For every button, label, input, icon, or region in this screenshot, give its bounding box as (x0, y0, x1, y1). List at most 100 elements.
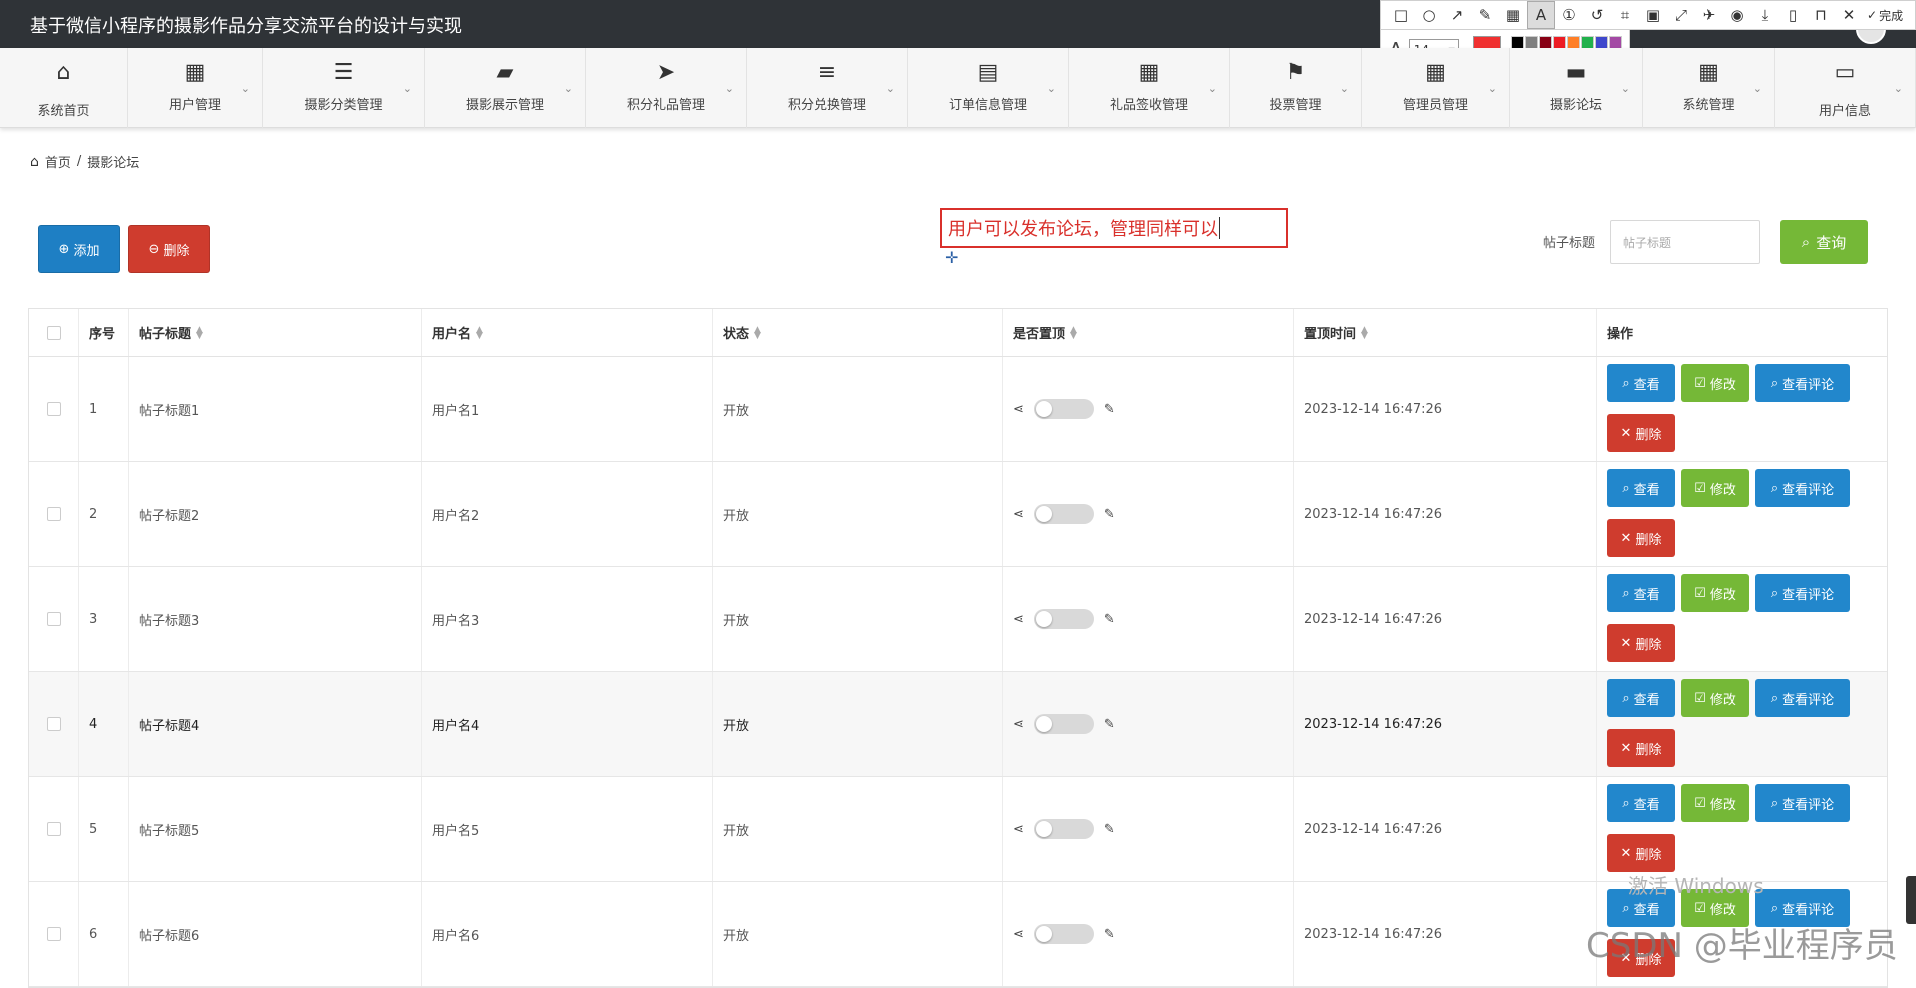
sort-icon[interactable]: ▲ ▼ (1070, 325, 1077, 340)
share-icon[interactable]: ⋖ (1013, 507, 1024, 522)
sort-icon[interactable]: ▲ ▼ (754, 325, 761, 340)
download-icon[interactable]: ⤓ (1751, 1, 1779, 29)
row-status: 开放 (723, 823, 750, 839)
nav-item-1[interactable]: ▦ 用户管理 ⌄ (128, 48, 263, 128)
sort-icon[interactable]: ▲ ▼ (1361, 325, 1368, 340)
phone-icon[interactable]: ▯ (1779, 1, 1807, 29)
edit-button[interactable]: ☑ 修改 (1681, 469, 1749, 507)
edit-pen-icon[interactable]: ✎ (1104, 612, 1115, 627)
row-delete-button[interactable]: ✕ 删除 (1607, 414, 1675, 452)
header-status[interactable]: 状态 ▲ ▼ (713, 309, 1003, 356)
pen-tool-icon[interactable]: ✎ (1471, 1, 1499, 29)
edit-icon: ☑ (1694, 690, 1706, 706)
sort-icon[interactable]: ▲ ▼ (196, 325, 203, 340)
pinned-toggle[interactable] (1033, 504, 1094, 524)
nav-item-3[interactable]: ▰ 摄影展示管理 ⌄ (425, 48, 586, 128)
view-button[interactable]: ⌕ 查看 (1607, 574, 1675, 612)
share-icon[interactable]: ⋖ (1013, 717, 1024, 732)
ocr-icon[interactable]: ⌗ (1611, 1, 1639, 29)
number-tool-icon[interactable]: ① (1555, 1, 1583, 29)
nav-item-10[interactable]: ▬ 摄影论坛 ⌄ (1510, 48, 1643, 128)
view-button[interactable]: ⌕ 查看 (1607, 784, 1675, 822)
annotation-textbox[interactable]: 用户可以发布论坛，管理同样可以 (940, 208, 1288, 248)
close-icon[interactable]: ✕ (1835, 1, 1863, 29)
edit-pen-icon[interactable]: ✎ (1104, 402, 1115, 417)
record-icon[interactable]: ◉ (1723, 1, 1751, 29)
nav-item-4[interactable]: ➤ 积分礼品管理 ⌄ (586, 48, 747, 128)
row-delete-button[interactable]: ✕ 删除 (1607, 519, 1675, 557)
edit-pen-icon[interactable]: ✎ (1104, 717, 1115, 732)
header-user[interactable]: 用户名 ▲ ▼ (422, 309, 713, 356)
nav-item-9[interactable]: ▦ 管理员管理 ⌄ (1362, 48, 1510, 128)
text-tool-icon[interactable]: A (1527, 1, 1555, 29)
nav-item-5[interactable]: ≡ 积分兑换管理 ⌄ (747, 48, 908, 128)
share-icon[interactable]: ⋖ (1013, 822, 1024, 837)
view-button[interactable]: ⌕ 查看 (1607, 469, 1675, 507)
edit-pen-icon[interactable]: ✎ (1104, 927, 1115, 942)
side-handle[interactable] (1906, 876, 1916, 924)
row-checkbox[interactable] (46, 822, 61, 836)
arrow-tool-icon[interactable]: ↗ (1443, 1, 1471, 29)
nav-item-12[interactable]: ▭ 用户信息 ⌄ (1775, 48, 1916, 128)
expand-icon[interactable]: ⤢ (1667, 1, 1695, 29)
row-checkbox[interactable] (46, 717, 61, 731)
view-button[interactable]: ⌕ 查看 (1607, 364, 1675, 402)
delete-button[interactable]: ⊖ 删除 (128, 225, 210, 273)
pinned-toggle[interactable] (1033, 399, 1094, 419)
row-checkbox[interactable] (46, 402, 61, 416)
header-title[interactable]: 帖子标题 ▲ ▼ (129, 309, 422, 356)
search-input[interactable]: 帖子标题 (1610, 220, 1760, 264)
nav-label: 管理员管理 (1402, 98, 1468, 113)
view-button[interactable]: ⌕ 查看 (1607, 679, 1675, 717)
undo-icon[interactable]: ↺ (1583, 1, 1611, 29)
sort-icon[interactable]: ▲ ▼ (476, 325, 483, 340)
nav-item-8[interactable]: ⚑ 投票管理 ⌄ (1230, 48, 1362, 128)
share-icon[interactable]: ⋖ (1013, 927, 1024, 942)
edit-button[interactable]: ☑ 修改 (1681, 679, 1749, 717)
bookmark-icon[interactable]: ⊓ (1807, 1, 1835, 29)
header-pin-time[interactable]: 置顶时间 ▲ ▼ (1294, 309, 1597, 356)
pinned-toggle[interactable] (1033, 609, 1094, 629)
row-delete-button[interactable]: ✕ 删除 (1607, 729, 1675, 767)
rect-tool-icon[interactable]: □ (1387, 1, 1415, 29)
row-checkbox[interactable] (46, 507, 61, 521)
pin-time-cell: 2023-12-14 16:47:26 (1294, 672, 1597, 776)
header-pinned[interactable]: 是否置顶 ▲ ▼ (1003, 309, 1294, 356)
done-button[interactable]: ✓ 完成 (1867, 7, 1903, 24)
row-delete-button[interactable]: ✕ 删除 (1607, 834, 1675, 872)
edit-button[interactable]: ☑ 修改 (1681, 364, 1749, 402)
mosaic-tool-icon[interactable]: ▦ (1499, 1, 1527, 29)
edit-pen-icon[interactable]: ✎ (1104, 822, 1115, 837)
pinned-toggle[interactable] (1033, 714, 1094, 734)
pin-icon[interactable]: ✈ (1695, 1, 1723, 29)
view-comments-button[interactable]: ⌕ 查看评论 (1755, 574, 1850, 612)
nav-item-6[interactable]: ▤ 订单信息管理 ⌄ (908, 48, 1069, 128)
header-status-label: 状态 (723, 327, 750, 342)
view-comments-button[interactable]: ⌕ 查看评论 (1755, 469, 1850, 507)
nav-item-0[interactable]: ⌂ 系统首页 (0, 48, 128, 128)
row-delete-button[interactable]: ✕ 删除 (1607, 624, 1675, 662)
pinned-toggle[interactable] (1033, 924, 1094, 944)
pinned-toggle[interactable] (1033, 819, 1094, 839)
row-checkbox[interactable] (46, 927, 61, 941)
select-all-checkbox[interactable] (46, 325, 61, 340)
ellipse-tool-icon[interactable]: ○ (1415, 1, 1443, 29)
add-button[interactable]: ⊕ 添加 (38, 225, 120, 273)
nav-item-2[interactable]: ☰ 摄影分类管理 ⌄ (263, 48, 425, 128)
breadcrumb-home[interactable]: 首页 (45, 152, 71, 171)
view-comments-button[interactable]: ⌕ 查看评论 (1755, 364, 1850, 402)
share-icon[interactable]: ⋖ (1013, 402, 1024, 417)
image-icon[interactable]: ▣ (1639, 1, 1667, 29)
share-icon[interactable]: ⋖ (1013, 612, 1024, 627)
breadcrumb-separator: / (76, 154, 82, 169)
view-comments-button[interactable]: ⌕ 查看评论 (1755, 679, 1850, 717)
nav-item-11[interactable]: ▦ 系统管理 ⌄ (1643, 48, 1775, 128)
edit-button[interactable]: ☑ 修改 (1681, 574, 1749, 612)
nav-item-7[interactable]: ▦ 礼品签收管理 ⌄ (1069, 48, 1230, 128)
row-checkbox[interactable] (46, 612, 61, 626)
edit-pen-icon[interactable]: ✎ (1104, 507, 1115, 522)
search-button[interactable]: ⌕ 查询 (1780, 220, 1868, 264)
view-comments-button[interactable]: ⌕ 查看评论 (1755, 784, 1850, 822)
title-cell: 帖子标题1 (129, 357, 422, 461)
edit-button[interactable]: ☑ 修改 (1681, 784, 1749, 822)
